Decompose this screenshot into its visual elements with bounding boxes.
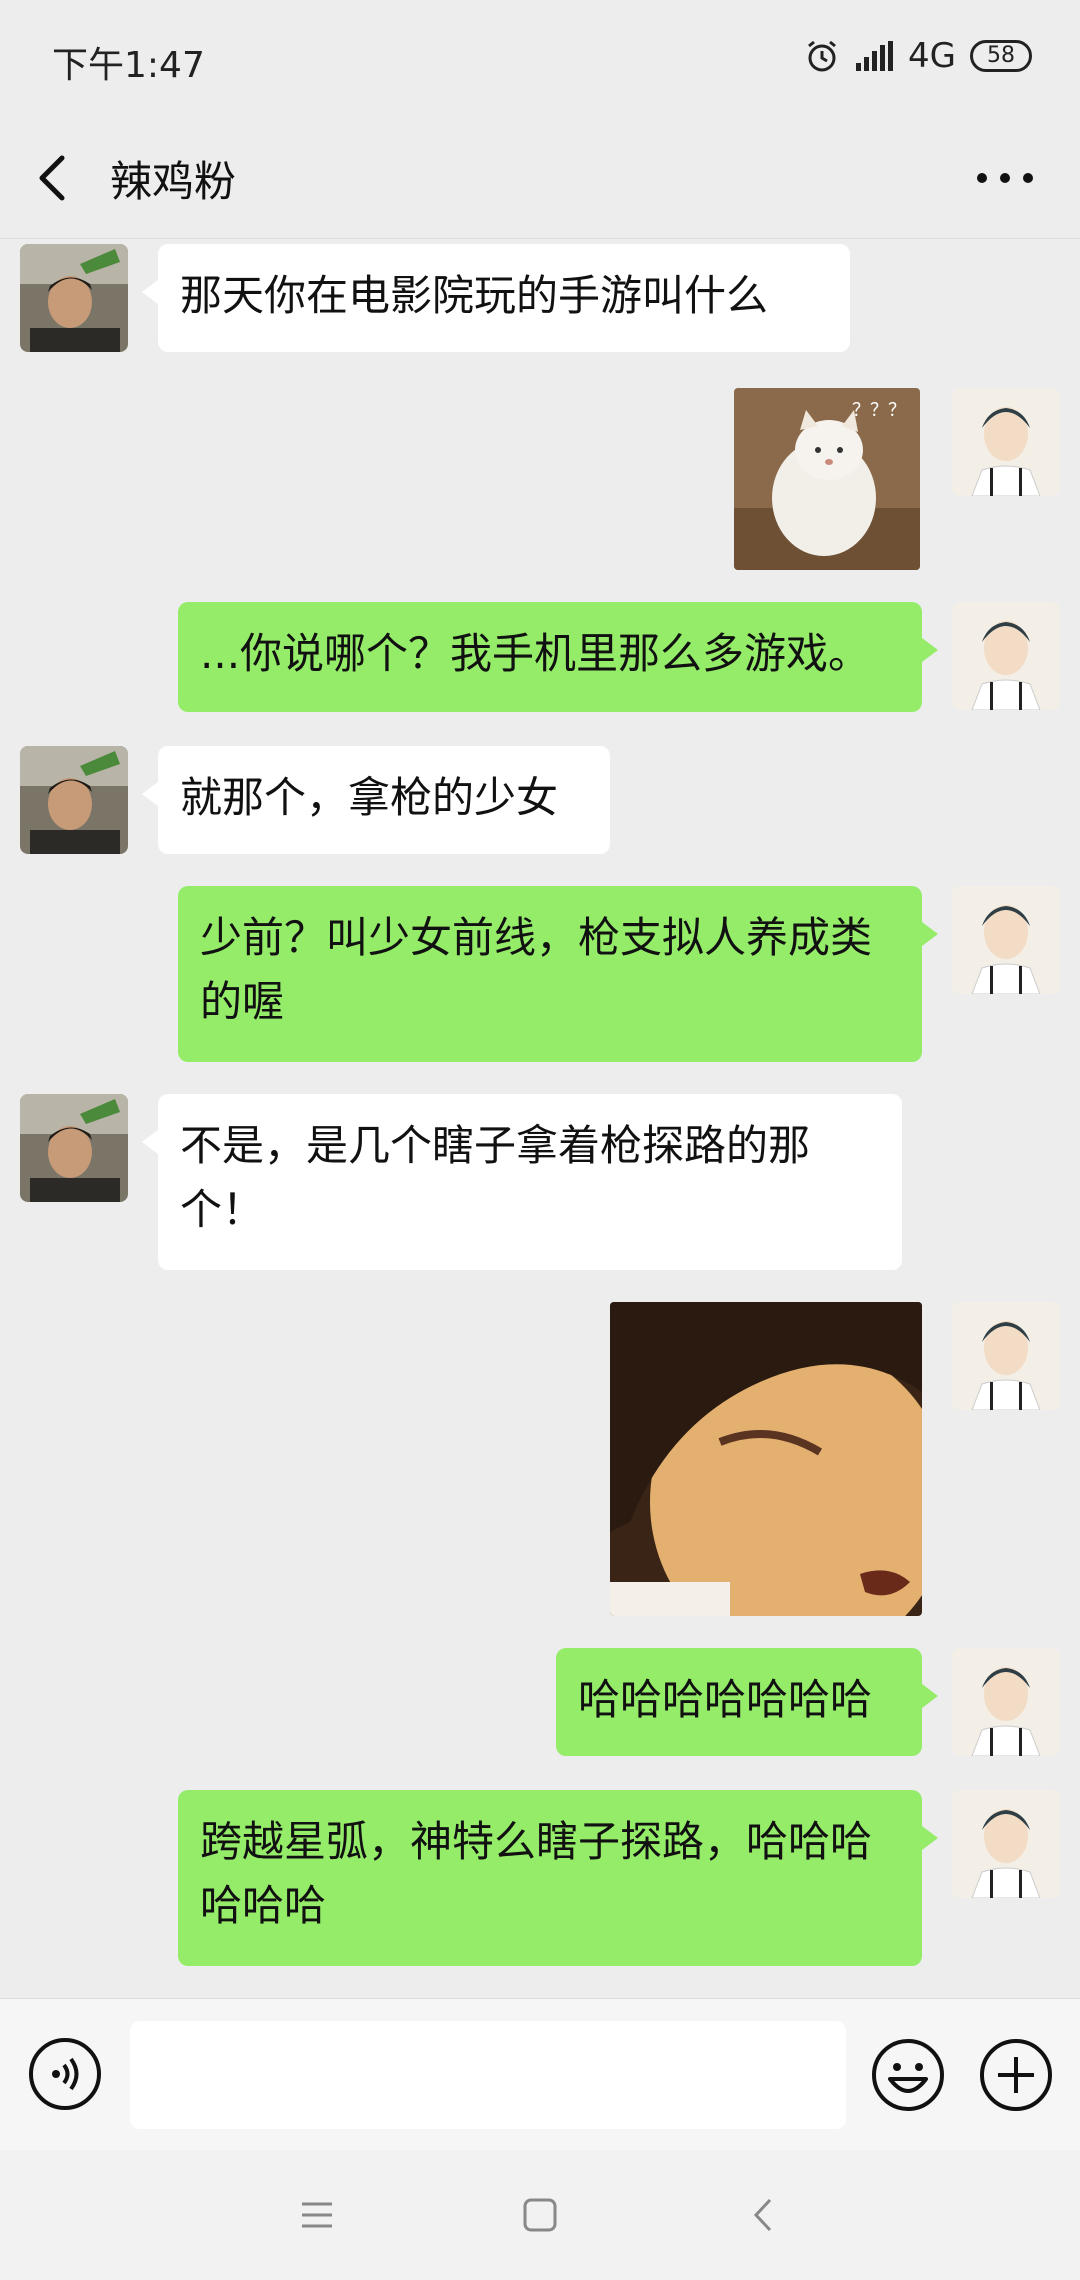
message-bubble[interactable]: 哈哈哈哈哈哈哈 (556, 1648, 938, 1756)
home-icon[interactable] (519, 2194, 561, 2236)
input-bar (0, 1998, 1080, 2151)
more-icon[interactable] (970, 150, 1040, 206)
message-input[interactable] (130, 2021, 846, 2129)
sticker-caption: ？？？ (852, 400, 906, 420)
status-bar: 下午1:47 4G 58 (0, 0, 1080, 120)
contact-avatar[interactable] (20, 1094, 128, 1202)
my-avatar[interactable] (952, 388, 1060, 496)
system-nav-bar (0, 2150, 1080, 2280)
emoji-icon[interactable] (870, 2037, 946, 2113)
signal-icon (856, 41, 894, 71)
battery-level: 58 (970, 40, 1032, 72)
status-time: 下午1:47 (52, 45, 205, 86)
my-avatar[interactable] (952, 602, 1060, 710)
voice-icon[interactable] (28, 2037, 102, 2111)
plus-icon[interactable] (978, 2037, 1054, 2113)
back-arrow-icon[interactable] (30, 146, 74, 210)
face-sticker[interactable] (610, 1302, 922, 1616)
cat-sticker[interactable]: ？？？ (734, 388, 920, 570)
alarm-icon (808, 40, 836, 72)
message-bubble[interactable]: ...你说哪个？我手机里那么多游戏。 (178, 602, 938, 712)
my-avatar[interactable] (952, 1302, 1060, 1410)
message-bubble[interactable]: 少前？叫少女前线，枪支拟人养成类的喔 (178, 886, 938, 1062)
message-bubble[interactable]: 跨越星弧，神特么瞎子探路，哈哈哈哈哈哈 (178, 1790, 938, 1966)
contact-avatar[interactable] (20, 244, 128, 352)
chat-title: 辣鸡粉 (110, 157, 237, 206)
nav-back-icon[interactable] (742, 2194, 784, 2236)
my-avatar[interactable] (952, 1648, 1060, 1756)
message-bubble[interactable]: 就那个，拿枪的少女 (142, 746, 610, 854)
contact-avatar[interactable] (20, 746, 128, 854)
menu-icon[interactable] (296, 2194, 338, 2236)
my-avatar[interactable] (952, 886, 1060, 994)
message-bubble[interactable]: 那天你在电影院玩的手游叫什么 (142, 244, 850, 352)
chat-header: 辣鸡粉 (0, 120, 1080, 239)
message-bubble[interactable]: 不是，是几个瞎子拿着枪探路的那个！ (142, 1094, 902, 1270)
status-indicators: 4G 58 (804, 36, 1032, 76)
my-avatar[interactable] (952, 1790, 1060, 1898)
network-type: 4G (908, 36, 956, 76)
